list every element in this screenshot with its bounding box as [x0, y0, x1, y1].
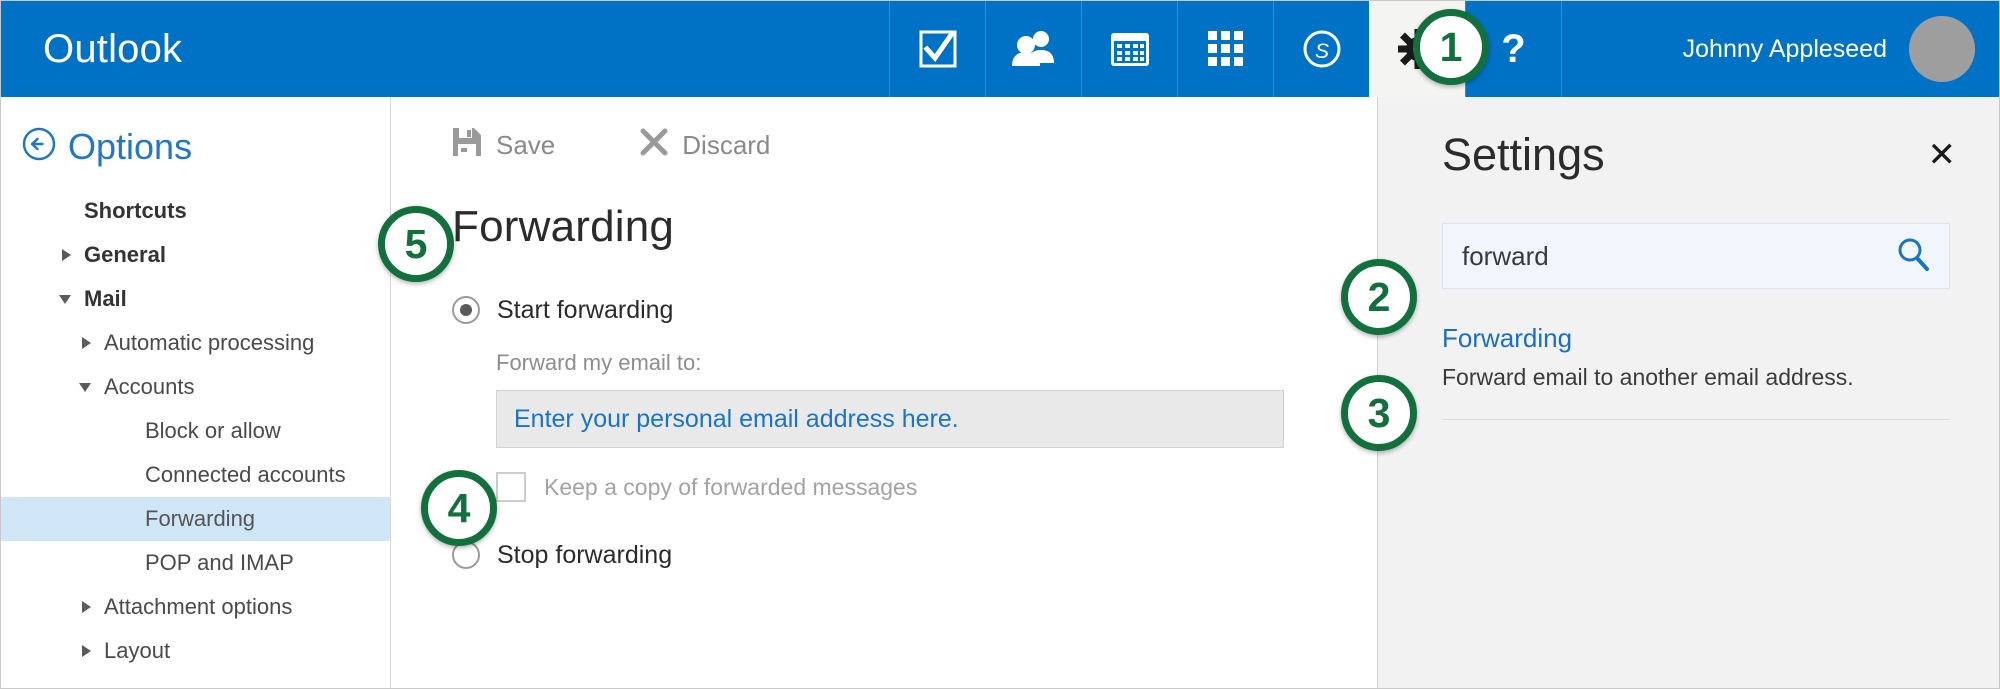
callout-badge-3: 3	[1341, 375, 1417, 451]
keep-copy-checkbox[interactable]	[496, 472, 526, 502]
sidebar-item-accounts[interactable]: Accounts	[1, 365, 390, 409]
caret-spacer	[59, 203, 75, 219]
options-sidebar: Options Shortcuts General Mail Automatic pr…	[1, 97, 391, 688]
top-navigation-bar: Outlook S ? Johnny Appleseed	[1, 1, 1999, 97]
callout-badge-1: 1	[1413, 9, 1489, 85]
settings-search-input[interactable]: forward	[1442, 223, 1950, 289]
caret-spacer	[120, 511, 136, 527]
svg-text:S: S	[1314, 40, 1328, 63]
sidebar-item-pop-and-imap[interactable]: POP and IMAP	[1, 541, 390, 585]
chevron-right-icon[interactable]	[59, 247, 75, 263]
callout-badge-2: 2	[1341, 259, 1417, 335]
chevron-right-icon[interactable]	[79, 335, 95, 351]
sidebar-item-layout[interactable]: Layout	[1, 629, 390, 673]
search-result-description: Forward email to another email address.	[1442, 364, 1854, 390]
calendar-icon	[1109, 29, 1151, 69]
save-label: Save	[496, 130, 556, 160]
discard-label: Discard	[682, 130, 771, 160]
user-name: Johnny Appleseed	[1682, 34, 1887, 63]
sidebar-item-label: Layout	[104, 638, 171, 663]
sidebar-item-label: Connected accounts	[145, 462, 346, 487]
skype-icon: S	[1301, 28, 1343, 70]
stop-forwarding-option[interactable]: Stop forwarding	[452, 533, 1376, 577]
main-content-pane: Save Discard Forwarding Start forwarding…	[392, 97, 1376, 688]
people-icon	[1011, 29, 1057, 69]
brand-label: Outlook	[43, 26, 183, 71]
sidebar-item-label: General	[84, 242, 166, 267]
user-account-area[interactable]: Johnny Appleseed	[1561, 1, 1999, 97]
sidebar-item-label: Attachment options	[104, 594, 293, 619]
sidebar-item-shortcuts[interactable]: Shortcuts	[1, 189, 390, 233]
search-icon[interactable]	[1895, 236, 1931, 277]
app-launcher-icon	[1207, 30, 1245, 68]
outlook-brand[interactable]: Outlook	[1, 1, 889, 97]
results-divider	[1442, 419, 1950, 420]
settings-title: Settings	[1442, 129, 1605, 180]
sidebar-item-label: Accounts	[104, 374, 195, 399]
avatar[interactable]	[1909, 16, 1975, 82]
keep-copy-label: Keep a copy of forwarded messages	[544, 473, 918, 500]
close-icon	[640, 128, 668, 163]
settings-panel: Settings ✕ forward Forwarding Forward em…	[1377, 97, 1999, 688]
tasks-icon	[918, 29, 958, 69]
skype-nav-button[interactable]: S	[1273, 1, 1369, 97]
back-arrow-icon	[21, 126, 57, 167]
command-bar: Save Discard	[392, 97, 1376, 164]
settings-header: Settings ✕	[1378, 97, 1999, 181]
caret-spacer	[120, 555, 136, 571]
sidebar-item-attachment-options[interactable]: Attachment options	[1, 585, 390, 629]
options-tree: Shortcuts General Mail Automatic processing…	[1, 183, 390, 673]
save-icon	[452, 127, 482, 164]
help-label: ?	[1501, 26, 1526, 71]
keep-copy-option[interactable]: Keep a copy of forwarded messages	[496, 472, 1376, 502]
save-button[interactable]: Save	[452, 127, 555, 164]
sidebar-item-connected-accounts[interactable]: Connected accounts	[1, 453, 390, 497]
forward-email-value: Enter your personal email address here.	[514, 404, 959, 433]
chevron-down-icon[interactable]	[79, 379, 95, 395]
people-nav-button[interactable]	[985, 1, 1081, 97]
forward-email-input[interactable]: Enter your personal email address here.	[496, 390, 1284, 448]
sidebar-item-label: Mail	[84, 286, 127, 311]
app-launcher-nav-button[interactable]	[1177, 1, 1273, 97]
options-title: Options	[68, 125, 193, 167]
sidebar-item-general[interactable]: General	[1, 233, 390, 277]
sidebar-item-label: Forwarding	[145, 506, 256, 531]
caret-spacer	[120, 423, 136, 439]
search-results-list: Forwarding Forward email to another emai…	[1442, 323, 1950, 420]
page-title: Forwarding	[452, 202, 675, 251]
caret-spacer	[120, 467, 136, 483]
sidebar-item-label: POP and IMAP	[145, 550, 294, 575]
callout-badge-4: 4	[421, 470, 497, 546]
forward-to-label: Forward my email to:	[496, 350, 702, 375]
settings-search-value: forward	[1462, 240, 1549, 271]
start-forwarding-option[interactable]: Start forwarding	[452, 288, 1376, 332]
sidebar-item-label: Shortcuts	[84, 198, 187, 223]
chevron-right-icon[interactable]	[79, 599, 95, 615]
start-forwarding-label: Start forwarding	[497, 295, 674, 324]
sidebar-item-label: Block or allow	[145, 418, 281, 443]
sidebar-item-mail[interactable]: Mail	[1, 277, 390, 321]
sidebar-item-label: Automatic processing	[104, 330, 315, 355]
outlook-options-window: Outlook S ? Johnny Appleseed Options Sho…	[0, 0, 2000, 689]
tasks-nav-button[interactable]	[889, 1, 985, 97]
close-icon[interactable]: ✕	[1928, 138, 1957, 172]
start-forwarding-radio[interactable]	[452, 296, 480, 324]
chevron-down-icon[interactable]	[59, 291, 75, 307]
stop-forwarding-label: Stop forwarding	[497, 540, 673, 569]
discard-button[interactable]: Discard	[640, 128, 770, 163]
search-result-title[interactable]: Forwarding	[1442, 323, 1950, 354]
calendar-nav-button[interactable]	[1081, 1, 1177, 97]
chevron-right-icon[interactable]	[79, 643, 95, 659]
sidebar-item-block-or-allow[interactable]: Block or allow	[1, 409, 390, 453]
search-result-forwarding[interactable]: Forwarding Forward email to another emai…	[1442, 323, 1950, 391]
sidebar-item-forwarding[interactable]: Forwarding	[1, 497, 390, 541]
callout-badge-5: 5	[378, 206, 454, 282]
sidebar-item-automatic-processing[interactable]: Automatic processing	[1, 321, 390, 365]
options-back-link[interactable]: Options	[1, 97, 390, 183]
forwarding-form: Start forwarding Forward my email to: En…	[392, 252, 1376, 577]
